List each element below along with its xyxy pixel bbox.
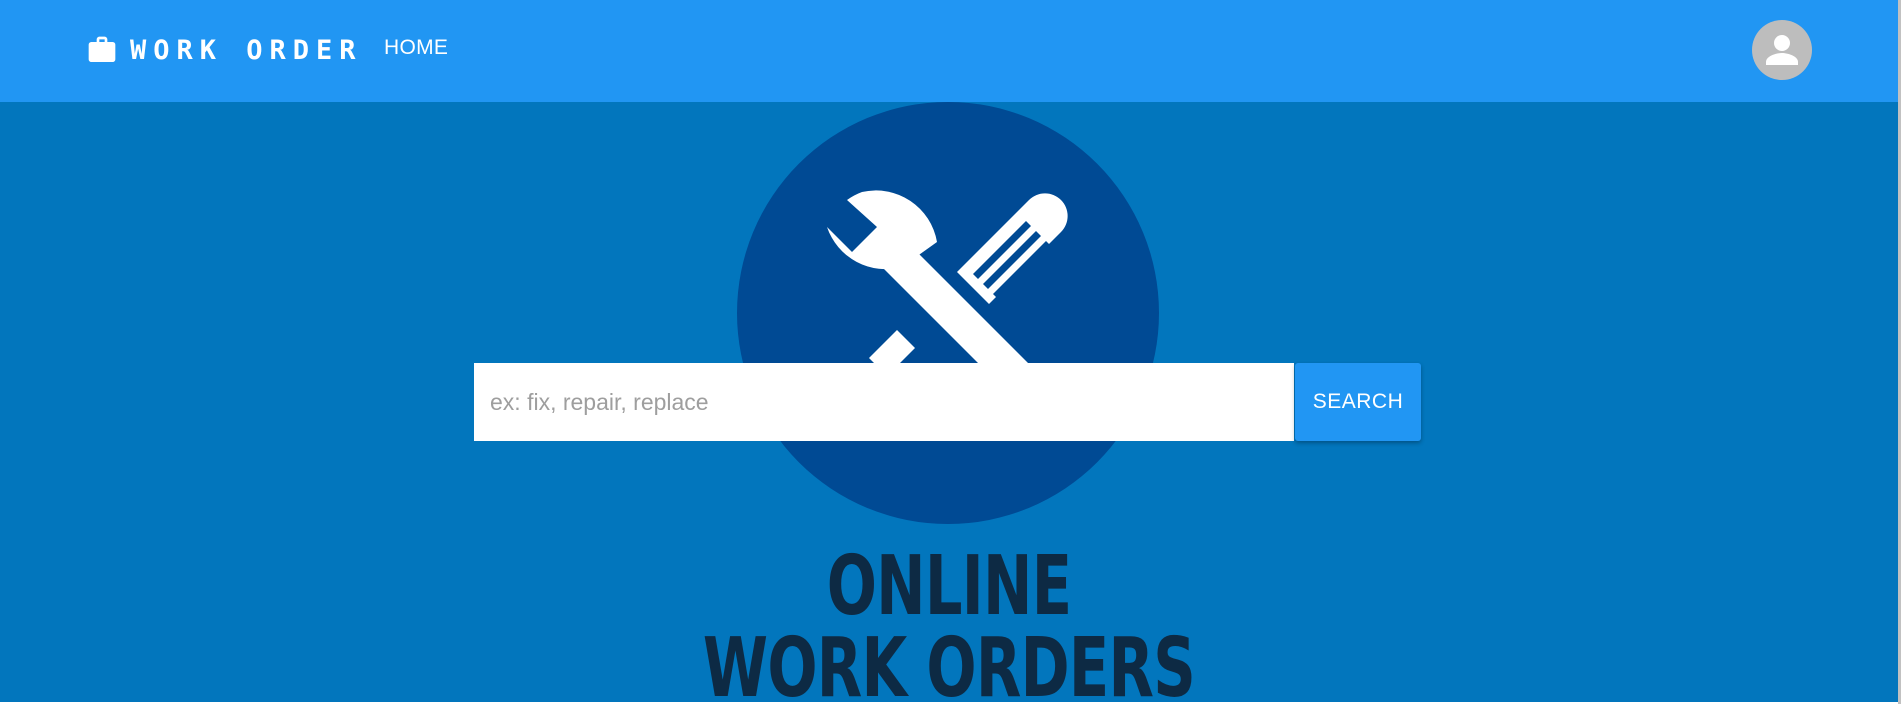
search-input[interactable]: [474, 363, 1294, 441]
page: WORK ORDER HOME ONLINE WORK ORDERS ex: f…: [0, 0, 1901, 704]
briefcase-icon: [86, 34, 118, 66]
search-button[interactable]: SEARCH: [1295, 363, 1421, 441]
hero-title-line-1: ONLINE: [826, 539, 1072, 634]
nav-home-link[interactable]: HOME: [384, 36, 448, 60]
account-circle-icon: [1766, 35, 1798, 65]
wrench-screwdriver-icon: [737, 102, 1159, 524]
brand[interactable]: WORK ORDER: [86, 30, 363, 70]
brand-title: WORK ORDER: [130, 34, 363, 66]
hero-title-line-2: WORK ORDERS: [702, 621, 1196, 703]
app-bar: WORK ORDER HOME: [0, 0, 1898, 102]
account-avatar-button[interactable]: [1752, 20, 1812, 80]
